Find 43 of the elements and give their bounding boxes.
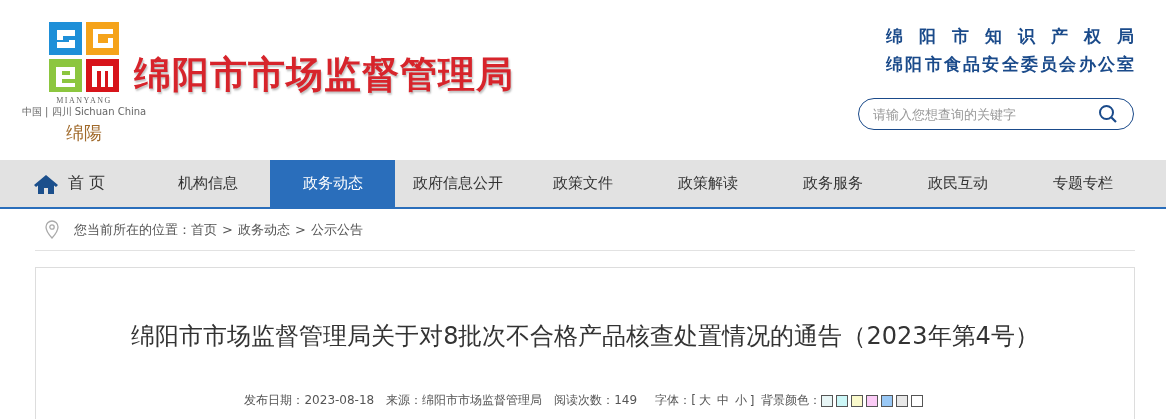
nav-tab[interactable]: 政策解读 xyxy=(645,160,770,207)
nav-tab[interactable]: 政务动态 xyxy=(270,160,395,207)
agency-name: 绵 阳 市 知 识 产 权 局 xyxy=(886,25,1134,48)
color-swatch[interactable] xyxy=(910,394,923,407)
color-swatch[interactable] xyxy=(820,394,833,407)
color-swatch[interactable] xyxy=(880,394,893,407)
search-icon[interactable] xyxy=(1098,104,1118,124)
agency-name: 绵阳市食品安全委员会办公室 xyxy=(886,53,1134,76)
color-swatch[interactable] xyxy=(865,394,878,407)
font-size-link[interactable]: 大 xyxy=(698,392,711,409)
breadcrumb-label: 您当前所在的位置： xyxy=(74,220,191,239)
color-swatch[interactable] xyxy=(835,394,848,407)
logo-icon xyxy=(49,22,119,92)
logo-text: 绵陽 xyxy=(66,121,102,145)
meta-text: 阅读次数：149 xyxy=(554,392,638,409)
breadcrumb-link[interactable]: 政务动态 xyxy=(237,220,290,239)
font-size-link[interactable]: 中 xyxy=(716,392,729,409)
breadcrumb-separator: > xyxy=(294,222,306,237)
logo-text: MIANYANG xyxy=(56,96,112,105)
location-pin-icon xyxy=(45,220,59,239)
nav-tab[interactable]: 首 页 xyxy=(20,160,145,207)
nav-tab[interactable]: 专题专栏 xyxy=(1020,160,1145,207)
search-field[interactable]: 请输入您想查询的关键字 xyxy=(858,98,1134,130)
meta-text: 来源：绵阳市市场监督管理局 xyxy=(386,392,543,409)
logo-text: 中国 | 四川 Sichuan China xyxy=(21,105,147,119)
meta-text: 字体：[ xyxy=(655,392,696,409)
nav-tab[interactable]: 政策文件 xyxy=(520,160,645,207)
nav-tab[interactable]: 政务服务 xyxy=(770,160,895,207)
breadcrumb-separator: > xyxy=(222,222,233,237)
nav-tab[interactable]: 机构信息 xyxy=(145,160,270,207)
nav-tab[interactable]: 政民互动 xyxy=(895,160,1020,207)
breadcrumb-link[interactable]: 首页 xyxy=(191,220,217,239)
home-icon xyxy=(34,173,58,194)
color-swatch[interactable] xyxy=(850,394,863,407)
nav-tab[interactable]: 政府信息公开 xyxy=(395,160,520,207)
font-size-link[interactable]: 小 xyxy=(734,392,747,409)
breadcrumb-link[interactable]: 公示公告 xyxy=(310,220,363,239)
meta-text: 背景颜色： xyxy=(760,392,821,409)
meta-text: ] xyxy=(749,393,755,408)
article-title: 绵阳市市场监督管理局关于对8批次不合格产品核查处置情况的通告（2023年第4号） xyxy=(131,321,1039,352)
meta-text: 发布日期：2023-08-18 xyxy=(244,392,375,409)
site-title: 绵阳市市场监督管理局 xyxy=(134,52,514,98)
color-swatch[interactable] xyxy=(895,394,908,407)
